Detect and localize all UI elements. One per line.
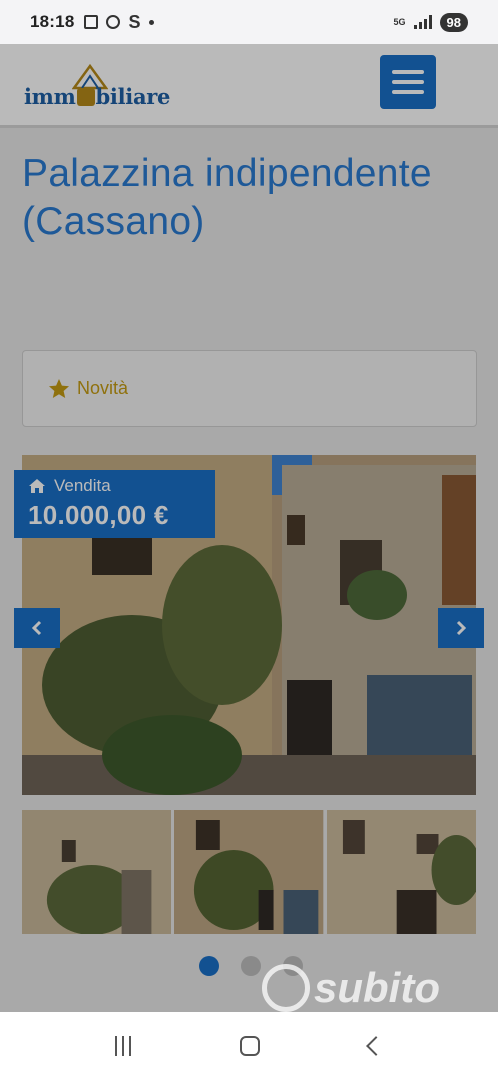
site-logo[interactable]: imm biliare [24, 60, 184, 112]
pagination-dot-2[interactable] [241, 956, 261, 976]
status-bar: 18:18 S 5G 98 [0, 0, 498, 44]
status-time: 18:18 [30, 12, 75, 31]
app-notification-icon: S [128, 11, 141, 32]
status-notification-icons: S [84, 11, 154, 33]
system-nav-bar [0, 1012, 498, 1080]
gallery-prev-button[interactable] [14, 608, 60, 648]
battery-indicator: 98 [439, 12, 468, 32]
network-type: 5G [393, 16, 406, 27]
novita-label: Novità [77, 378, 129, 398]
menu-bar-icon [392, 70, 424, 74]
menu-bar-icon [392, 80, 424, 84]
novita-badge-box: Novità [22, 350, 477, 427]
hamburger-menu-button[interactable] [380, 55, 436, 109]
star-icon [49, 378, 69, 398]
price-tag: Vendita 10.000,00 € [14, 470, 215, 538]
thumbnail-strip [22, 810, 476, 934]
price-value: 10.000,00 € [28, 500, 169, 530]
listing-title: Palazzina indipendente (Cassano) [22, 152, 432, 243]
price-type: Vendita [28, 476, 201, 496]
recent-apps-button[interactable] [114, 1036, 131, 1056]
back-button[interactable] [366, 1036, 387, 1056]
subito-watermark: subito [262, 964, 440, 1012]
subito-watermark-text: subito [314, 964, 440, 1011]
menu-bar-icon [392, 90, 424, 94]
subito-logo-icon [262, 964, 310, 1012]
signal-icon [413, 15, 432, 29]
chrome-icon [106, 15, 121, 29]
more-notifications-icon [148, 19, 154, 25]
screenshot-icon [84, 15, 99, 29]
thumbnail-photo[interactable] [22, 810, 172, 934]
price-type-label: Vendita [54, 476, 111, 495]
chevron-left-icon [31, 620, 42, 636]
web-page: imm biliare Palazzina indipendente (Cassa… [0, 44, 498, 1012]
home-icon [29, 479, 45, 493]
thumbnail-photo[interactable] [326, 810, 476, 934]
chevron-right-icon [456, 620, 467, 636]
thumbnail-photo[interactable] [174, 810, 324, 934]
logo-text: imm biliare [24, 84, 171, 109]
site-header: imm biliare [0, 44, 498, 128]
pagination-dot-1[interactable] [199, 956, 219, 976]
home-button[interactable] [239, 1036, 260, 1056]
gallery-next-button[interactable] [438, 608, 484, 648]
